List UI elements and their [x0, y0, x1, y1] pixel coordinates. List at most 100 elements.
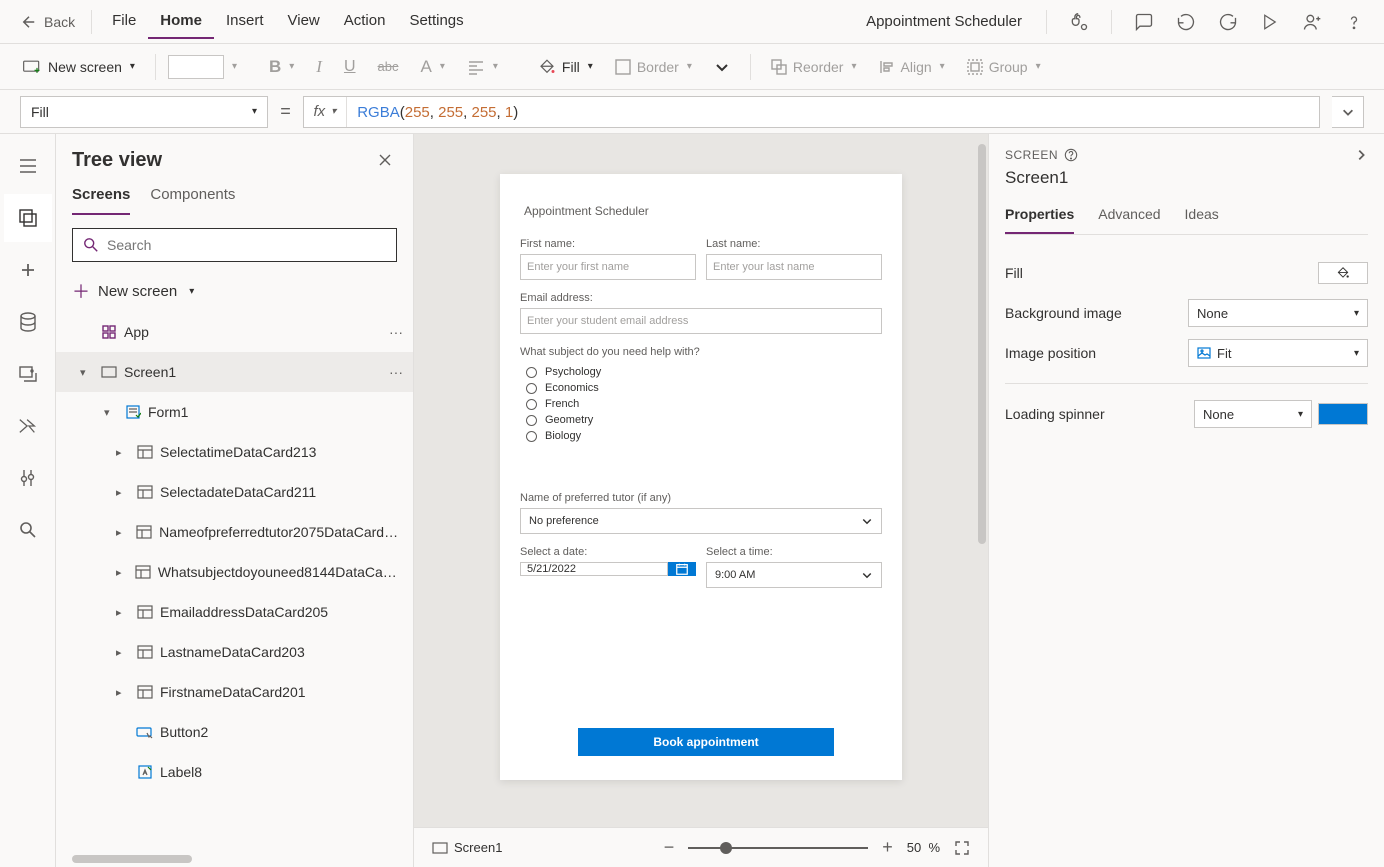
rail-tree-view-icon[interactable] — [4, 194, 52, 242]
rail-search-icon[interactable] — [4, 506, 52, 554]
canvas-viewport[interactable]: Appointment Scheduler First name: Enter … — [414, 134, 988, 827]
prop-fill-swatch[interactable] — [1318, 262, 1368, 284]
email-input[interactable]: Enter your student email address — [520, 308, 882, 334]
chevron-down-icon[interactable]: ▾ — [80, 366, 94, 379]
property-selector[interactable]: Fill ▾ — [20, 96, 268, 128]
props-tab-ideas[interactable]: Ideas — [1185, 198, 1219, 234]
menu-home[interactable]: Home — [148, 4, 214, 39]
strikethrough-button[interactable]: abc — [370, 55, 407, 78]
zoom-slider-thumb[interactable] — [720, 842, 732, 854]
radio-geometry[interactable]: Geometry — [520, 412, 882, 428]
status-screen-selector[interactable]: Screen1 — [432, 840, 502, 855]
props-expand-icon[interactable] — [1354, 148, 1368, 162]
date-picker[interactable]: 5/21/2022 — [520, 562, 696, 576]
calendar-icon[interactable] — [668, 562, 696, 576]
search-field[interactable] — [107, 237, 386, 253]
prop-spinner-select[interactable]: None ▾ — [1194, 400, 1312, 428]
chevron-right-icon[interactable]: ▸ — [116, 606, 130, 619]
menu-view[interactable]: View — [276, 4, 332, 39]
radio-biology[interactable]: Biology — [520, 428, 882, 444]
play-icon[interactable] — [1252, 4, 1288, 40]
radio-psychology[interactable]: Psychology — [520, 364, 882, 380]
new-screen-button[interactable]: New screen ▾ — [14, 55, 143, 79]
radio-french[interactable]: French — [520, 396, 882, 412]
props-tab-properties[interactable]: Properties — [1005, 198, 1074, 234]
text-align-button[interactable]: ▾ — [459, 55, 506, 79]
info-icon[interactable] — [1064, 148, 1078, 162]
tree-new-screen-button[interactable]: ＋ New screen ▾ — [56, 270, 413, 312]
help-icon[interactable] — [1336, 4, 1372, 40]
tree-node-app[interactable]: App··· — [56, 312, 413, 352]
time-select[interactable]: 9:00 AM — [706, 562, 882, 588]
back-button[interactable]: Back — [12, 9, 83, 35]
redo-icon[interactable] — [1210, 4, 1246, 40]
tree-node-selectadatedatacard211[interactable]: ▸SelectadateDataCard211 — [56, 472, 413, 512]
theme-swatch[interactable] — [168, 55, 224, 79]
radio-economics[interactable]: Economics — [520, 380, 882, 396]
prop-img-pos-select[interactable]: Fit ▾ — [1188, 339, 1368, 367]
formula-expand-button[interactable] — [1332, 96, 1364, 128]
chevron-right-icon[interactable]: ▸ — [116, 686, 130, 699]
tutor-select[interactable]: No preference — [520, 508, 882, 534]
tree-node-form1[interactable]: ▾Form1 — [56, 392, 413, 432]
tree-node-whatsubjectdoyouneed8144datacard207[interactable]: ▸Whatsubjectdoyouneed8144DataCard207 — [56, 552, 413, 592]
rail-hamburger-icon[interactable] — [4, 142, 52, 190]
expand-chevron-button[interactable] — [706, 55, 738, 79]
prop-spinner-color-swatch[interactable] — [1318, 403, 1368, 425]
chevron-right-icon[interactable]: ▸ — [116, 486, 130, 499]
chevron-right-icon[interactable]: ▸ — [116, 526, 130, 539]
tree-node-screen1[interactable]: ▾Screen1··· — [56, 352, 413, 392]
chevron-right-icon[interactable]: ▸ — [116, 566, 129, 579]
tree-node-selectatimedatacard213[interactable]: ▸SelectatimeDataCard213 — [56, 432, 413, 472]
bold-button[interactable]: B▾ — [261, 53, 302, 81]
fx-label[interactable]: fx▾ — [304, 97, 348, 127]
more-icon[interactable]: ··· — [389, 324, 403, 340]
rail-data-icon[interactable] — [4, 298, 52, 346]
tree-node-lastnamedatacard203[interactable]: ▸LastnameDataCard203 — [56, 632, 413, 672]
reorder-button[interactable]: Reorder ▾ — [763, 55, 865, 79]
undo-icon[interactable] — [1168, 4, 1204, 40]
menu-file[interactable]: File — [100, 4, 148, 39]
app-checker-icon[interactable] — [1061, 4, 1097, 40]
formula-input[interactable]: RGBA(255, 255, 255, 1) — [347, 103, 1319, 121]
last-name-input[interactable]: Enter your last name — [706, 254, 882, 280]
font-color-button[interactable]: A▾ — [413, 53, 453, 81]
fit-to-window-icon[interactable] — [954, 840, 970, 856]
tree-search-input[interactable] — [72, 228, 397, 262]
tree-horizontal-scrollbar[interactable] — [72, 855, 192, 863]
canvas-vertical-scrollbar[interactable] — [978, 144, 986, 544]
tree-node-firstnamedatacard201[interactable]: ▸FirstnameDataCard201 — [56, 672, 413, 712]
tree-node-nameofpreferredtutor2075datacard209[interactable]: ▸Nameofpreferredtutor2075DataCard209 — [56, 512, 413, 552]
rail-advancedtools-icon[interactable] — [4, 454, 52, 502]
group-button[interactable]: Group ▾ — [959, 55, 1049, 79]
props-tab-advanced[interactable]: Advanced — [1098, 198, 1160, 234]
chevron-right-icon[interactable]: ▸ — [116, 646, 130, 659]
share-icon[interactable] — [1294, 4, 1330, 40]
zoom-slider[interactable] — [688, 847, 868, 849]
tree-node-label8[interactable]: Label8 — [56, 752, 413, 792]
tab-components[interactable]: Components — [150, 180, 235, 215]
border-button[interactable]: Border ▾ — [607, 55, 700, 79]
italic-button[interactable]: I — [308, 53, 330, 81]
comments-icon[interactable] — [1126, 4, 1162, 40]
chevron-right-icon[interactable]: ▸ — [116, 446, 130, 459]
first-name-input[interactable]: Enter your first name — [520, 254, 696, 280]
phone-canvas[interactable]: Appointment Scheduler First name: Enter … — [500, 174, 902, 780]
rail-powerautomate-icon[interactable] — [4, 402, 52, 450]
chevron-down-icon[interactable]: ▾ — [232, 61, 237, 72]
tree-node-button2[interactable]: Button2 — [56, 712, 413, 752]
menu-insert[interactable]: Insert — [214, 4, 276, 39]
tree-node-emailaddressdatacard205[interactable]: ▸EmailaddressDataCard205 — [56, 592, 413, 632]
underline-button[interactable]: U — [336, 54, 364, 80]
rail-media-icon[interactable] — [4, 350, 52, 398]
zoom-out-button[interactable]: − — [664, 837, 675, 858]
rail-insert-icon[interactable] — [4, 246, 52, 294]
align-button[interactable]: Align ▾ — [871, 55, 953, 79]
tab-screens[interactable]: Screens — [72, 180, 130, 215]
close-panel-icon[interactable] — [373, 148, 397, 172]
more-icon[interactable]: ··· — [389, 364, 403, 380]
fill-button[interactable]: Fill ▾ — [530, 54, 601, 80]
menu-settings[interactable]: Settings — [397, 4, 475, 39]
book-appointment-button[interactable]: Book appointment — [578, 728, 834, 756]
zoom-in-button[interactable]: + — [882, 837, 893, 858]
